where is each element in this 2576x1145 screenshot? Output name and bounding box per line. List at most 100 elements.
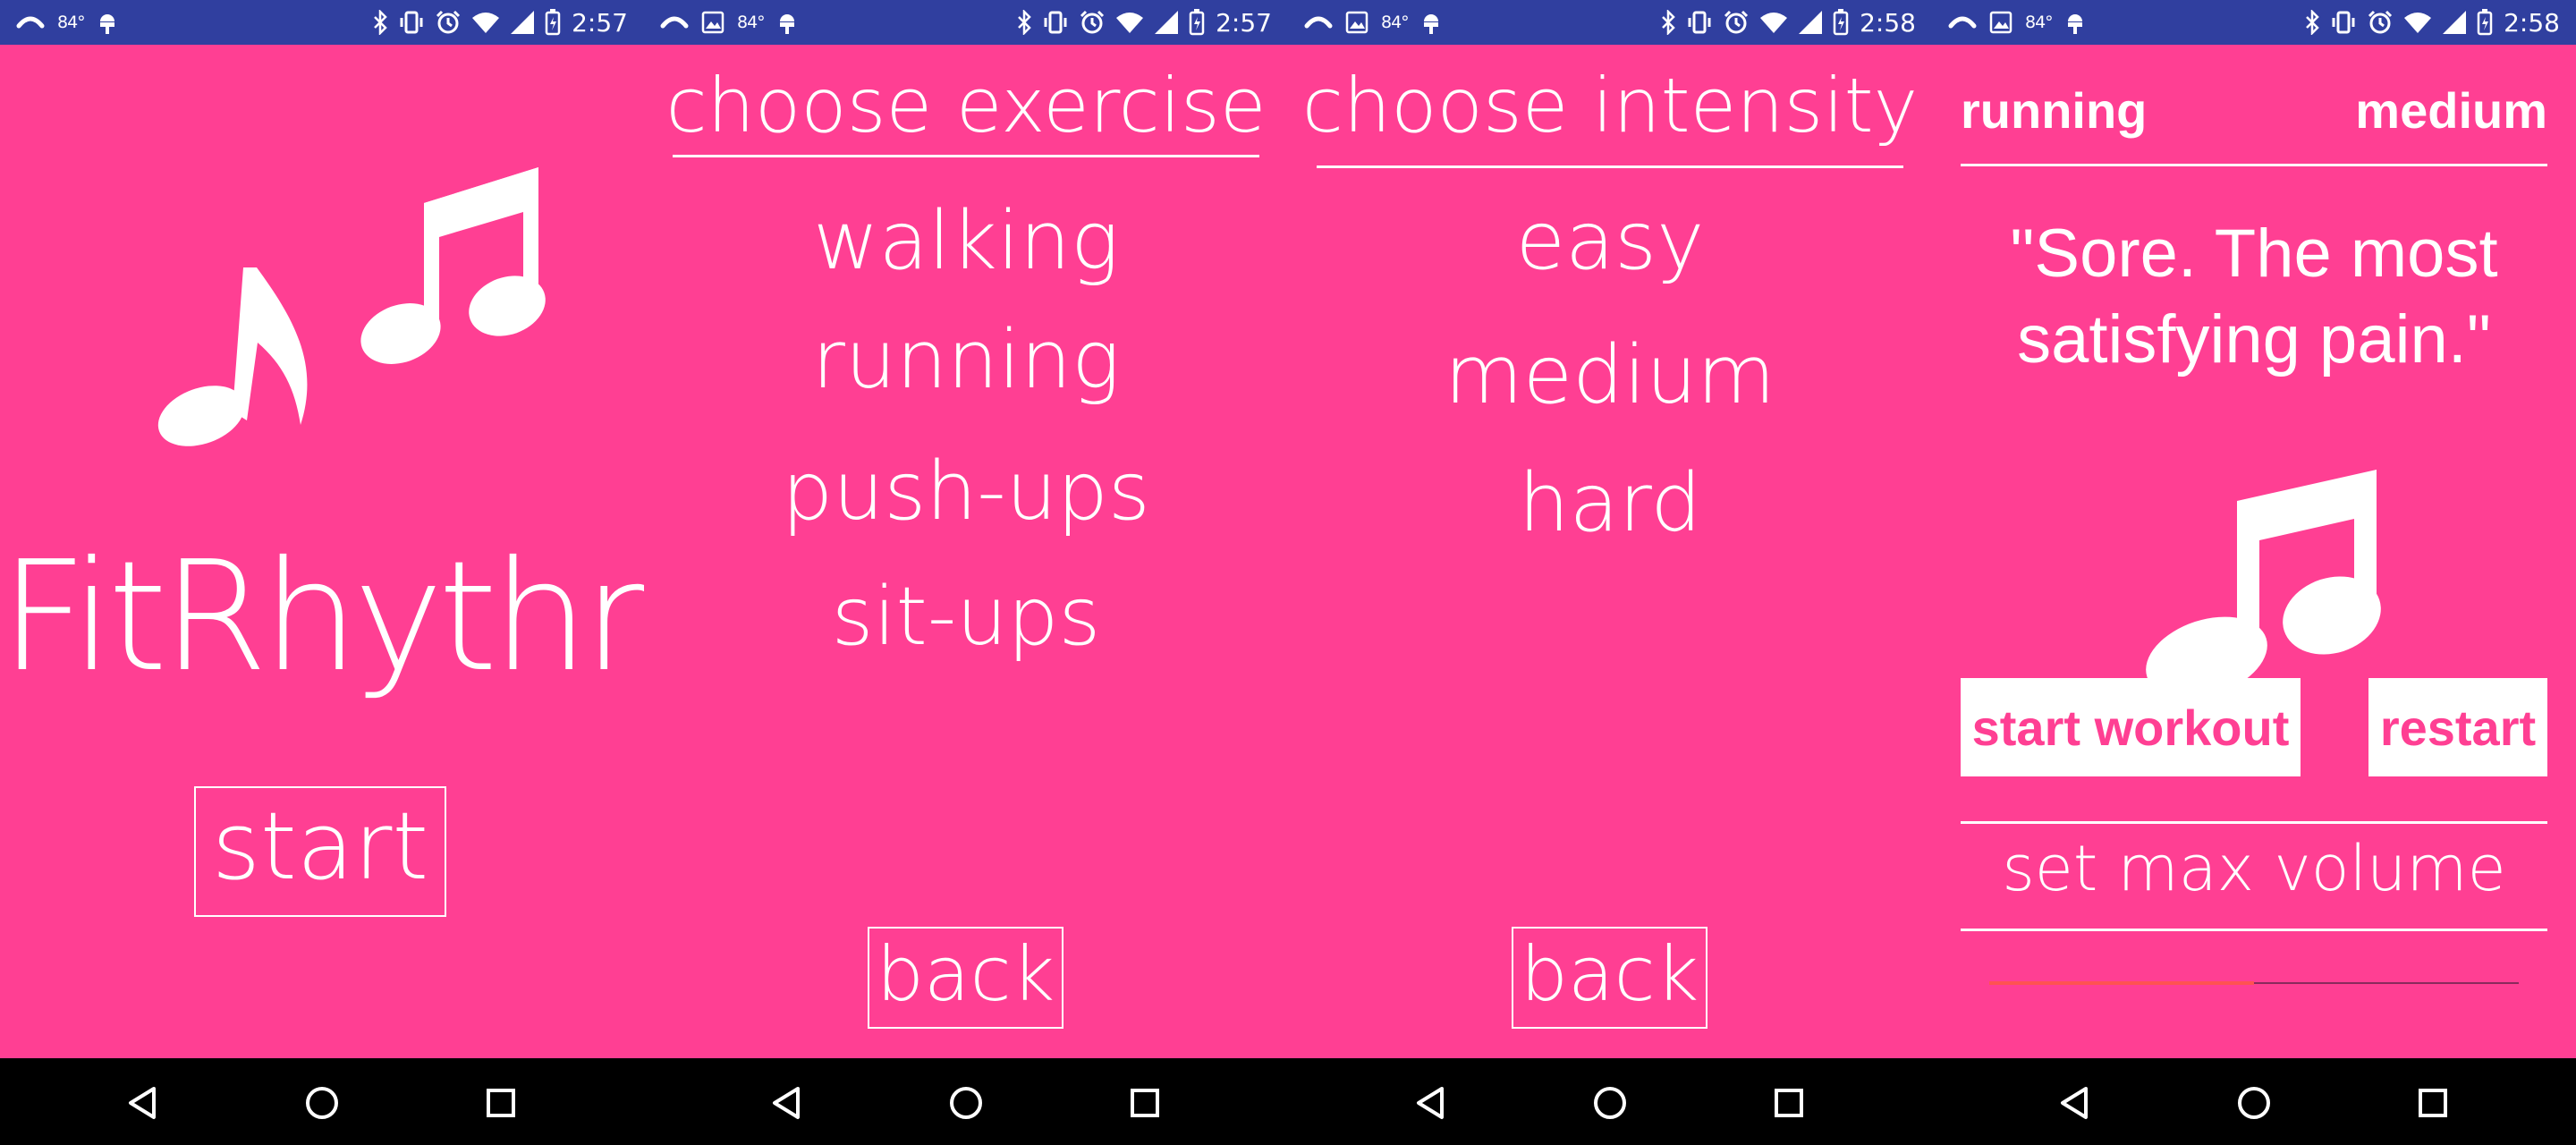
volume-slider-fill: [1989, 981, 2254, 985]
option-running[interactable]: running: [644, 320, 1288, 401]
back-button-label: back: [876, 930, 1055, 1018]
status-bar: 84° 2:57: [644, 0, 1288, 45]
recents-nav-icon[interactable]: [481, 1083, 521, 1123]
android-icon: [2067, 14, 2082, 34]
header-divider: [1961, 164, 2547, 166]
bluetooth-icon: [374, 10, 387, 35]
status-bar-left: 84°: [1304, 0, 1441, 45]
vibrate-icon: [2332, 11, 2355, 34]
clock: 2:58: [1860, 7, 1916, 38]
nav-bar: [644, 1058, 1288, 1145]
signal-icon: [2443, 11, 2467, 34]
status-bar: 84° 2:58: [1932, 0, 2576, 45]
temperature: 84°: [57, 13, 86, 32]
android-icon: [99, 14, 114, 34]
battery-icon: [2477, 9, 2493, 36]
sync-icon: [1948, 16, 1977, 29]
intensity-screen: 84° 2:58 choose intensity easy medium ha…: [1288, 0, 1932, 1145]
option-easy[interactable]: easy: [1288, 201, 1932, 282]
status-bar-right: 2:58: [1661, 0, 1916, 45]
quote-line-2: satisfying pain.": [2017, 301, 2491, 377]
status-bar-left: 84°: [1948, 0, 2085, 45]
battery-icon: [545, 9, 561, 36]
recents-nav-icon[interactable]: [2413, 1083, 2453, 1123]
alarm-icon: [1080, 10, 1105, 34]
sync-icon: [660, 16, 689, 29]
wifi-icon: [1116, 13, 1144, 33]
home-nav-icon[interactable]: [1590, 1083, 1630, 1123]
status-bar-right: 2:57: [1017, 0, 1272, 45]
back-nav-icon[interactable]: [767, 1083, 807, 1123]
recents-nav-icon[interactable]: [1769, 1083, 1809, 1123]
android-icon: [1423, 14, 1438, 34]
music-notes-icon: [157, 167, 546, 446]
app-title: FitRhythm: [0, 529, 644, 706]
music-note-icon: [2146, 470, 2381, 689]
option-walking[interactable]: walking: [644, 201, 1288, 282]
volume-bottom-divider: [1961, 929, 2547, 931]
exercise-screen: 84° 2:57 choose exercise walking running…: [644, 0, 1288, 1145]
home-screen: 84° 2:57 FitRhythm: [0, 0, 644, 1145]
selected-exercise: running: [1961, 82, 2148, 139]
status-bar: 84° 2:57: [0, 0, 644, 45]
battery-icon: [1189, 9, 1205, 36]
back-nav-icon[interactable]: [1411, 1083, 1451, 1123]
back-button[interactable]: back: [868, 927, 1063, 1029]
nav-bar: [1288, 1058, 1932, 1145]
status-bar-right: 2:58: [2305, 0, 2560, 45]
title-divider: [1317, 165, 1903, 168]
screenshot-collage: 84° 2:57 FitRhythm: [0, 0, 2576, 1145]
clock: 2:57: [1216, 7, 1272, 38]
option-sit-ups[interactable]: sit-ups: [644, 577, 1288, 657]
status-bar: 84° 2:58: [1288, 0, 1932, 45]
option-hard[interactable]: hard: [1288, 463, 1932, 544]
workout-screen: 84° 2:58 running medium "Sore. The most …: [1932, 0, 2576, 1145]
alarm-icon: [2368, 10, 2393, 34]
recents-nav-icon[interactable]: [1125, 1083, 1165, 1123]
option-medium[interactable]: medium: [1288, 335, 1932, 416]
wifi-icon: [2404, 13, 2432, 33]
option-push-ups[interactable]: push-ups: [644, 452, 1288, 532]
vibrate-icon: [400, 11, 423, 34]
back-nav-icon[interactable]: [2055, 1083, 2095, 1123]
wifi-icon: [1760, 13, 1788, 33]
wifi-icon: [472, 13, 500, 33]
restart-label: restart: [2379, 699, 2537, 756]
image-icon: [701, 11, 724, 34]
alarm-icon: [1724, 10, 1749, 34]
android-icon: [779, 14, 794, 34]
status-bar-left: 84°: [16, 0, 117, 45]
start-button-label: start: [211, 792, 429, 901]
vibrate-icon: [1688, 11, 1711, 34]
alarm-icon: [436, 10, 461, 34]
home-nav-icon[interactable]: [302, 1083, 342, 1123]
page-title: choose exercise: [665, 62, 1267, 149]
image-icon: [1345, 11, 1368, 34]
motivational-quote: "Sore. The most satisfying pain.": [1932, 211, 2576, 383]
status-bar-left: 84°: [660, 0, 797, 45]
signal-icon: [1155, 11, 1179, 34]
page-title: choose intensity: [1301, 62, 1919, 149]
back-button-label: back: [1520, 930, 1699, 1018]
selected-intensity: medium: [2355, 82, 2547, 139]
volume-slider[interactable]: [1989, 970, 2519, 997]
back-nav-icon[interactable]: [123, 1083, 163, 1123]
status-bar-right: 2:57: [373, 0, 628, 45]
volume-top-divider: [1961, 821, 2547, 824]
temperature: 84°: [1381, 13, 1410, 32]
sync-icon: [1304, 16, 1333, 29]
quote-line-1: "Sore. The most: [2010, 216, 2498, 292]
image-icon: [1989, 11, 2012, 34]
nav-bar: [0, 1058, 644, 1145]
battery-icon: [1833, 9, 1849, 36]
vibrate-icon: [1044, 11, 1067, 34]
home-nav-icon[interactable]: [2234, 1083, 2274, 1123]
restart-button[interactable]: restart: [2368, 678, 2547, 776]
start-button[interactable]: start: [194, 786, 446, 917]
signal-icon: [1799, 11, 1823, 34]
sync-icon: [16, 16, 45, 29]
volume-label: set max volume: [2002, 832, 2506, 905]
start-workout-button[interactable]: start workout: [1961, 678, 2301, 776]
home-nav-icon[interactable]: [946, 1083, 986, 1123]
back-button[interactable]: back: [1512, 927, 1707, 1029]
